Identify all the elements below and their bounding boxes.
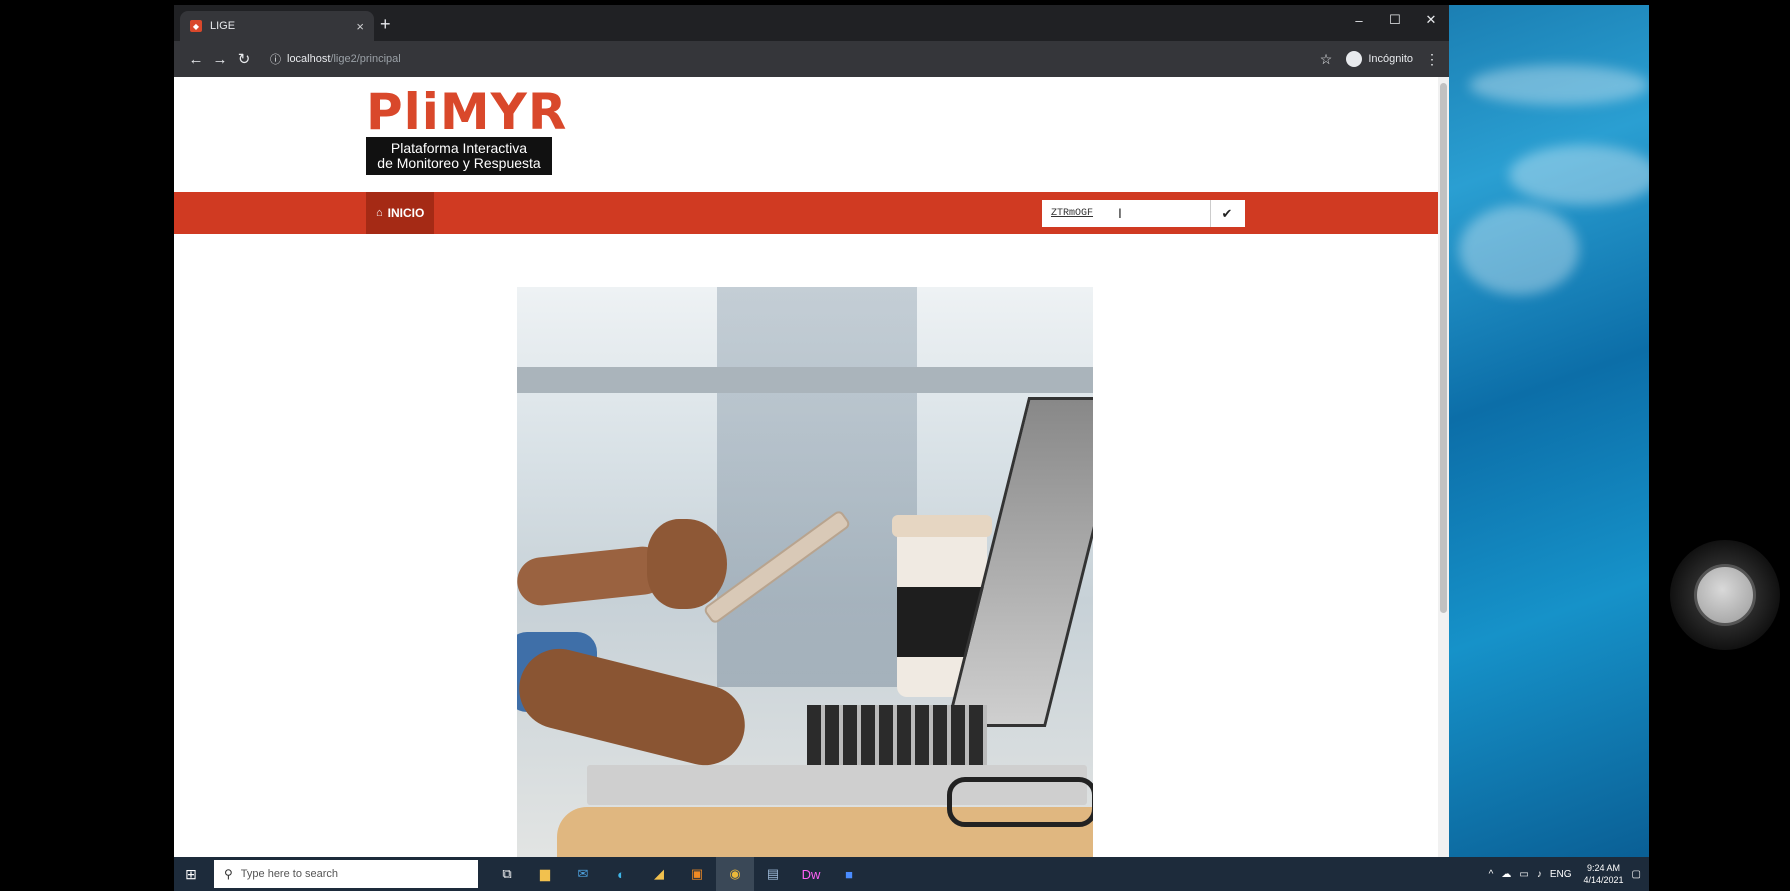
windows-taskbar: ⊞ ⚲ Type here to search ⧉ ▆ ✉ ◐ ◢ ▣ ◉ ▤ … bbox=[174, 857, 1649, 891]
logo-subtitle-line2: de Monitoreo y Respuesta bbox=[377, 155, 541, 171]
logo-subtitle: Plataforma Interactiva de Monitoreo y Re… bbox=[366, 137, 552, 175]
tab-close-icon[interactable]: × bbox=[356, 19, 364, 34]
address-bar: ← → ↻ ⓘ localhost /lige2/principal ☆ Inc… bbox=[174, 41, 1449, 77]
taskbar-search-placeholder: Type here to search bbox=[240, 868, 339, 880]
hero-photo bbox=[517, 287, 1093, 857]
windows-start-icon[interactable]: ⊞ bbox=[174, 866, 208, 883]
language-indicator[interactable]: ENG bbox=[1550, 869, 1572, 880]
scrollbar-thumb[interactable] bbox=[1440, 83, 1447, 613]
tab-title: LIGE bbox=[210, 20, 236, 32]
bookmark-star-icon[interactable]: ☆ bbox=[1320, 51, 1333, 68]
new-tab-button[interactable]: + bbox=[380, 14, 391, 35]
volume-icon[interactable]: ♪ bbox=[1537, 869, 1542, 880]
minimize-button[interactable]: – bbox=[1341, 5, 1377, 35]
incognito-indicator[interactable]: Incógnito bbox=[1346, 51, 1413, 67]
screen-frame: ◆ LIGE × + – ☐ ✕ ← → ↻ ⓘ localhost /lige… bbox=[0, 0, 1790, 891]
folder-app-icon[interactable]: ◢ bbox=[640, 857, 678, 891]
window-controls: – ☐ ✕ bbox=[1341, 5, 1449, 35]
network-icon[interactable]: ▭ bbox=[1519, 869, 1528, 880]
close-window-button[interactable]: ✕ bbox=[1413, 5, 1449, 35]
site-logo[interactable]: PliMYR Plataforma Interactiva de Monitor… bbox=[366, 83, 568, 175]
incognito-icon bbox=[1346, 51, 1363, 67]
nav-item-inicio[interactable]: ⌂ INICIO bbox=[366, 192, 435, 234]
zoom-icon[interactable]: ■ bbox=[830, 857, 868, 891]
taskbar-app-icons: ⧉ ▆ ✉ ◐ ◢ ▣ ◉ ▤ Dw ■ bbox=[488, 857, 868, 891]
url-field[interactable]: ⓘ localhost /lige2/principal bbox=[270, 51, 1320, 67]
page-viewport: PliMYR Plataforma Interactiva de Monitor… bbox=[174, 77, 1449, 857]
floating-home-button[interactable] bbox=[1670, 540, 1780, 650]
browser-tab-lige[interactable]: ◆ LIGE × bbox=[180, 11, 374, 41]
page-scrollbar[interactable] bbox=[1438, 77, 1449, 857]
reload-icon[interactable]: ↻ bbox=[232, 50, 256, 68]
main-nav-bar: ⌂ INICIO ✔ I bbox=[174, 192, 1438, 234]
search-icon: ⚲ bbox=[224, 867, 233, 881]
code-input[interactable] bbox=[1042, 200, 1210, 227]
submit-check-button[interactable]: ✔ bbox=[1210, 200, 1243, 227]
forward-arrow-icon[interactable]: → bbox=[208, 51, 232, 68]
dreamweaver-icon[interactable]: Dw bbox=[792, 857, 830, 891]
clock-time: 9:24 AM bbox=[1587, 863, 1621, 873]
tray-chevron-icon[interactable]: ^ bbox=[1489, 869, 1494, 880]
maximize-button[interactable]: ☐ bbox=[1377, 5, 1413, 35]
text-cursor-icon: I bbox=[1118, 205, 1122, 221]
logo-wordmark: PliMYR bbox=[366, 83, 568, 141]
notifications-icon[interactable]: ▢ bbox=[1632, 869, 1641, 880]
check-icon: ✔ bbox=[1221, 205, 1233, 221]
incognito-label: Incógnito bbox=[1368, 53, 1413, 65]
home-icon: ⌂ bbox=[376, 207, 383, 219]
logo-subtitle-line1: Plataforma Interactiva bbox=[390, 140, 528, 156]
home-button-knob[interactable] bbox=[1694, 564, 1756, 626]
nav-item-inicio-label: INICIO bbox=[387, 206, 425, 220]
system-tray: ^ ☁ ▭ ♪ ENG 9:24 AM 4/14/2021 ▢ bbox=[1481, 862, 1649, 886]
browser-menu-icon[interactable]: ⋮ bbox=[1425, 51, 1439, 68]
file-explorer-icon[interactable]: ▆ bbox=[526, 857, 564, 891]
browser-window: ◆ LIGE × + – ☐ ✕ ← → ↻ ⓘ localhost /lige… bbox=[174, 5, 1449, 857]
chrome-icon[interactable]: ◉ bbox=[716, 857, 754, 891]
onedrive-icon[interactable]: ☁ bbox=[1501, 869, 1511, 880]
edge-icon[interactable]: ◐ bbox=[602, 857, 640, 891]
notes-app-icon[interactable]: ▤ bbox=[754, 857, 792, 891]
task-view-icon[interactable]: ⧉ bbox=[488, 857, 526, 891]
site-info-icon[interactable]: ⓘ bbox=[270, 51, 281, 67]
desktop-wallpaper bbox=[1449, 5, 1649, 857]
system-clock[interactable]: 9:24 AM 4/14/2021 bbox=[1584, 862, 1624, 886]
code-form: ✔ bbox=[1042, 200, 1245, 227]
xampp-icon[interactable]: ▣ bbox=[678, 857, 716, 891]
url-host: localhost bbox=[287, 53, 331, 65]
favicon-icon: ◆ bbox=[190, 20, 202, 32]
taskbar-search-box[interactable]: ⚲ Type here to search bbox=[214, 860, 478, 888]
back-arrow-icon[interactable]: ← bbox=[184, 51, 208, 68]
clock-date: 4/14/2021 bbox=[1583, 875, 1624, 885]
tab-bar: ◆ LIGE × + – ☐ ✕ bbox=[174, 5, 1449, 41]
url-path: /lige2/principal bbox=[330, 53, 401, 65]
mail-icon[interactable]: ✉ bbox=[564, 857, 602, 891]
